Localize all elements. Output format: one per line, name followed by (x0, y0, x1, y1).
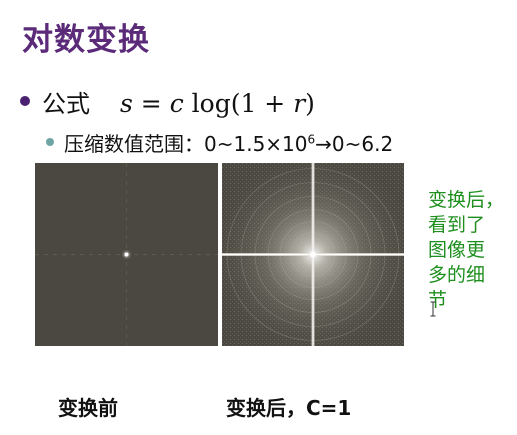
slide-title: 对数变换 (22, 22, 150, 58)
caption-after: 变换后，C=1 (226, 396, 352, 420)
bullet-range: 压缩数值范围：0~1.5×106→0~6.2 (46, 128, 393, 157)
formula-expression: s = c log(1 + r) (120, 89, 315, 118)
caption-before: 变换前 (58, 396, 118, 420)
spectrum-before-image (35, 163, 218, 346)
bullet-dot-icon (20, 96, 30, 106)
text-cursor-icon (430, 301, 436, 317)
range-text: 压缩数值范围：0~1.5×106→0~6.2 (64, 132, 394, 156)
bullet-formula: 公式 s = c log(1 + r) (20, 84, 315, 119)
side-note: 变换后， 看到了 图像更 多的细 节 (428, 189, 505, 311)
formula-label: 公式 (42, 90, 90, 118)
sub-bullet-dot-icon (46, 138, 54, 146)
spectrum-after-image (222, 163, 404, 346)
